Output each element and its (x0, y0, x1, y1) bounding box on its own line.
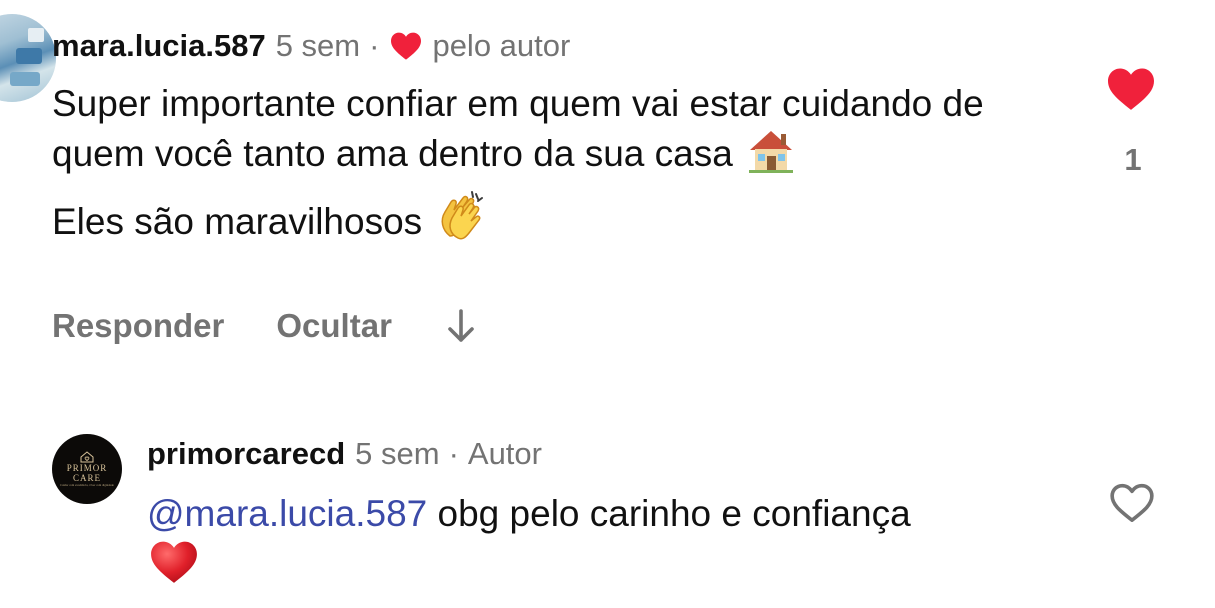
like-heart-outline-icon[interactable] (1109, 482, 1155, 524)
separator-dot: · (448, 436, 459, 471)
comment-actions: Responder Ocultar (52, 306, 478, 346)
comment-text-line: Super importante confiar em quem vai est… (52, 83, 984, 174)
author-avatar[interactable]: PRIMOR CARE Cuidar com excelência, viver… (52, 434, 122, 504)
comment-text-line: Eles são maravilhosos (52, 190, 1042, 246)
comment-header: mara.lucia.587 5 sem · pelo autor (52, 26, 570, 64)
liked-by-author-label: pelo autor (432, 28, 571, 63)
comment-text: Super importante confiar em quem vai est… (52, 80, 1042, 246)
red-heart-emoji-icon (151, 541, 197, 583)
reply-username[interactable]: primorcarecd (147, 436, 345, 472)
avatar-brand-line2: CARE (72, 473, 101, 483)
author-badge: Autor (467, 436, 542, 471)
mention-link[interactable]: @mara.lucia.587 (147, 493, 427, 534)
comment-timestamp: 5 sem (275, 28, 361, 63)
heart-icon (391, 32, 422, 60)
arrow-down-icon[interactable] (444, 306, 478, 346)
avatar-brand-line1: PRIMOR (66, 463, 108, 473)
reply-text: @mara.lucia.587 obg pelo carinho e confi… (147, 490, 1087, 594)
separator-dot: · (369, 28, 380, 63)
house-logo-icon (80, 451, 94, 463)
commenter-avatar[interactable] (0, 14, 56, 102)
clapping-hands-emoji-icon (441, 191, 484, 240)
reply-header: primorcarecd 5 sem · Autor (147, 436, 542, 472)
hide-button[interactable]: Ocultar (276, 307, 392, 345)
comment-username[interactable]: mara.lucia.587 (52, 28, 266, 64)
house-emoji-icon (749, 131, 794, 173)
like-count[interactable]: 1 (1118, 142, 1148, 178)
reply-button[interactable]: Responder (52, 307, 224, 345)
reply-timestamp: 5 sem (355, 436, 440, 471)
reply-text-content: obg pelo carinho e confiança (437, 493, 911, 534)
avatar-tagline: Cuidar com excelência, viver com dignida… (60, 483, 114, 487)
like-heart-icon[interactable] (1105, 66, 1157, 112)
